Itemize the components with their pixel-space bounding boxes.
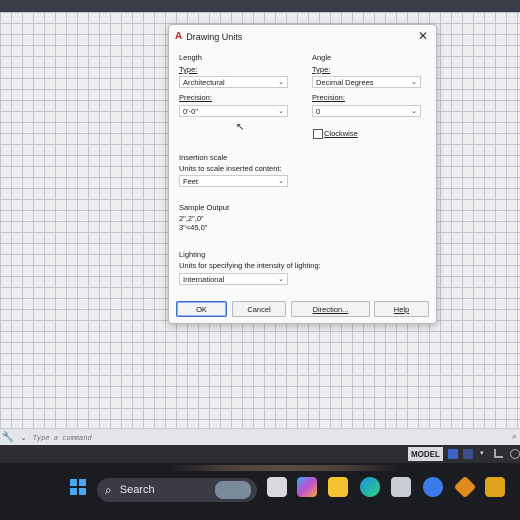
- chevron-down-icon: ⌄: [411, 79, 417, 86]
- angle-type-value: Decimal Degrees: [316, 77, 374, 87]
- chevron-down-icon: ⌄: [278, 108, 284, 115]
- help-button[interactable]: Help: [374, 301, 429, 317]
- command-input[interactable]: [30, 432, 415, 443]
- dialog-title: Drawing Units: [186, 31, 243, 42]
- length-precision-select[interactable]: 0'-0" ⌄: [179, 105, 288, 117]
- clockwise-label[interactable]: Clockwise: [324, 129, 358, 138]
- chevron-down-icon: ⌄: [278, 276, 284, 283]
- task-view-icon[interactable]: [267, 477, 287, 497]
- length-type-select[interactable]: Architectural ⌄: [179, 76, 288, 88]
- lighting-sub-label: Units for specifying the intensity of li…: [179, 261, 321, 270]
- cancel-button[interactable]: Cancel: [232, 301, 286, 317]
- sample-line-1: 2",2",0": [179, 214, 204, 223]
- insertion-heading: Insertion scale: [179, 153, 228, 162]
- length-precision-label: Precision:: [179, 93, 212, 102]
- search-icon[interactable]: ⌕: [512, 431, 517, 442]
- model-space-button[interactable]: MODEL: [408, 447, 443, 461]
- angle-precision-value: 0: [316, 106, 321, 116]
- angle-type-label: Type:: [312, 65, 331, 74]
- sample-line-2: 3"<45,0": [179, 223, 208, 232]
- windows-start-icon[interactable]: [68, 477, 88, 497]
- copilot-icon[interactable]: [297, 477, 317, 497]
- ortho-icon[interactable]: [494, 449, 503, 458]
- chevron-down-icon[interactable]: ▾: [480, 449, 490, 459]
- direction-button[interactable]: Direction...: [291, 301, 370, 317]
- window-top-bar: [0, 0, 520, 12]
- command-prompt-icon: ⌄: [20, 433, 27, 442]
- sample-heading: Sample Output: [179, 203, 230, 212]
- search-highlight-icon: [215, 481, 251, 499]
- mouse-cursor-icon: ↖: [236, 122, 245, 133]
- dialog-title-bar: A Drawing Units: [175, 31, 242, 42]
- command-line: 🔧 ⌄ ⌕: [0, 428, 520, 446]
- length-precision-value: 0'-0": [183, 106, 198, 116]
- chevron-down-icon: ⌄: [278, 178, 284, 185]
- taskbar-glow: [170, 465, 400, 471]
- lighting-units-value: International: [183, 274, 225, 284]
- angle-precision-label: Precision:: [312, 93, 345, 102]
- insertion-scale-select[interactable]: Feet ⌄: [179, 175, 288, 187]
- store-icon[interactable]: [391, 477, 411, 497]
- snap-icon[interactable]: [463, 449, 473, 459]
- taskbar-search-label: Search: [119, 484, 155, 496]
- drawing-units-dialog: A Drawing Units ✕ Length Type: Architect…: [168, 24, 437, 324]
- length-heading: Length: [179, 53, 202, 62]
- ok-button[interactable]: OK: [176, 301, 227, 317]
- length-type-label: Type:: [179, 65, 198, 74]
- search-icon: ⌕: [105, 482, 112, 497]
- chevron-down-icon: ⌄: [411, 108, 417, 115]
- clockwise-checkbox[interactable]: [313, 129, 323, 139]
- autocad-logo-icon: A: [175, 31, 183, 42]
- app-shield-icon[interactable]: [485, 477, 505, 497]
- grid-icon[interactable]: [448, 449, 458, 459]
- wrench-icon[interactable]: 🔧: [0, 430, 16, 446]
- insertion-scale-value: Feet: [183, 176, 199, 186]
- chrome-icon[interactable]: [423, 477, 443, 497]
- lighting-heading: Lighting: [179, 250, 206, 259]
- chevron-down-icon: ⌄: [278, 79, 284, 86]
- close-icon[interactable]: ✕: [418, 29, 428, 43]
- length-type-value: Architectural: [183, 77, 225, 87]
- status-bar: MODEL ▾: [0, 445, 520, 463]
- polar-tracking-icon[interactable]: [510, 449, 520, 459]
- insertion-sub-label: Units to scale inserted content:: [179, 164, 282, 173]
- edge-browser-icon[interactable]: [360, 477, 380, 497]
- angle-heading: Angle: [312, 53, 332, 62]
- taskbar-search-box[interactable]: ⌕ Search: [97, 478, 257, 502]
- file-explorer-icon[interactable]: [328, 477, 348, 497]
- angle-type-select[interactable]: Decimal Degrees ⌄: [312, 76, 421, 88]
- lighting-units-select[interactable]: International ⌄: [179, 273, 288, 285]
- angle-precision-select[interactable]: 0 ⌄: [312, 105, 421, 117]
